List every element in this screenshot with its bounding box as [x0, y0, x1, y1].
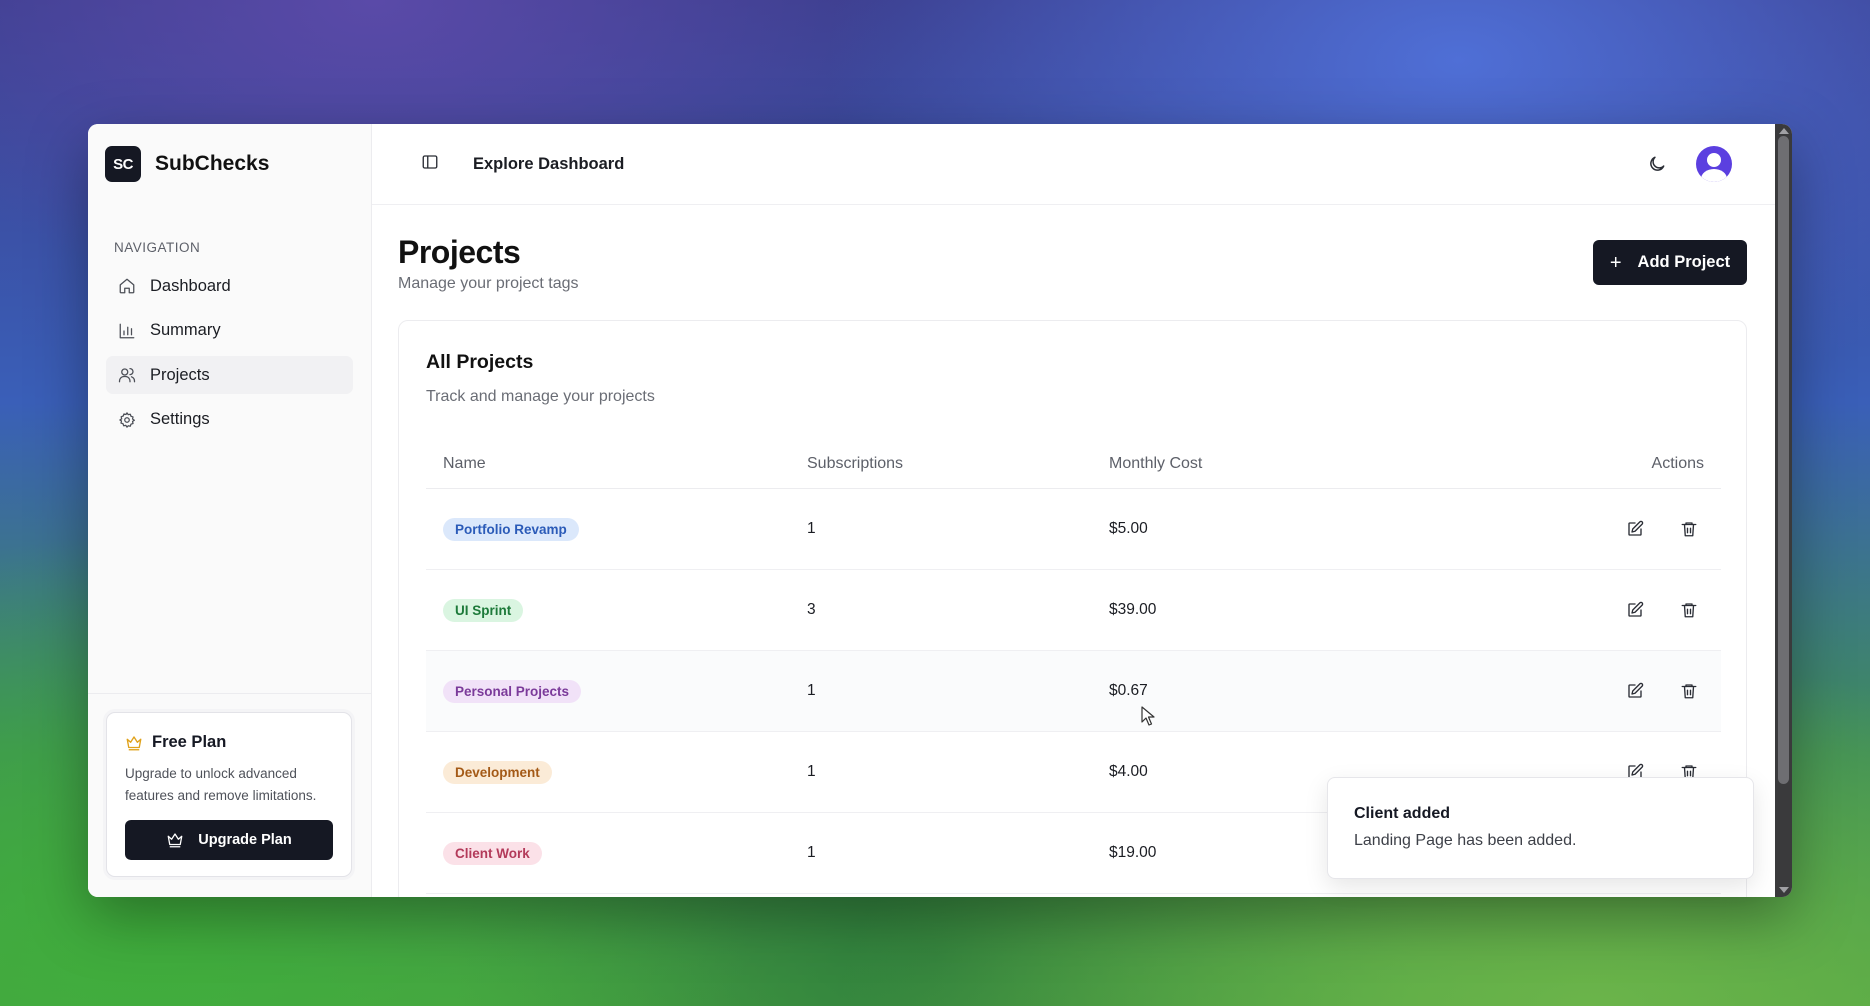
crown-icon [167, 833, 183, 848]
toast-message: Landing Page has been added. [1354, 832, 1577, 849]
moon-icon [1650, 156, 1665, 171]
subscriptions-cell: 3 [807, 601, 816, 618]
theme-toggle-button[interactable] [1647, 154, 1667, 174]
toast-notification[interactable]: Client added Landing Page has been added… [1327, 777, 1754, 879]
avatar[interactable] [1696, 146, 1732, 182]
delete-button[interactable] [1680, 682, 1698, 700]
mouse-cursor-icon [1141, 706, 1155, 726]
edit-icon [1628, 520, 1644, 536]
delete-button[interactable] [1680, 601, 1698, 619]
monthly-cost-cell: $5.00 [1109, 520, 1148, 537]
avatar-body [1701, 169, 1727, 182]
column-header-subscriptions[interactable]: Subscriptions [807, 455, 1109, 473]
users-icon [118, 367, 136, 383]
brand-logo: SC [105, 146, 141, 182]
sidebar: SC SubChecks NAVIGATION Dashboard Summar… [88, 124, 372, 897]
scrollbar-thumb[interactable] [1778, 136, 1789, 784]
sidebar-item-label: Dashboard [150, 276, 231, 295]
card-title: All Projects [426, 351, 534, 373]
column-header-name[interactable]: Name [426, 455, 807, 473]
table-row[interactable]: Personal Projects 1 $0.67 [426, 651, 1721, 732]
plan-description: Upgrade to unlock advanced features and … [125, 766, 317, 803]
subscriptions-cell: 1 [807, 844, 816, 861]
subscriptions-cell: 1 [807, 763, 816, 780]
sidebar-item-settings[interactable]: Settings [106, 401, 353, 439]
table-header: Name Subscriptions Monthly Cost Actions [426, 439, 1721, 489]
sidebar-item-label: Projects [150, 365, 210, 384]
plus-icon: + [1609, 251, 1622, 274]
toast-title: Client added [1354, 805, 1451, 822]
monthly-cost-cell: $0.67 [1109, 682, 1148, 699]
table-row[interactable]: UI Sprint 3 $39.00 [426, 570, 1721, 651]
nav-section-title: NAVIGATION [114, 240, 201, 255]
gear-icon [119, 411, 135, 428]
brand-name: SubChecks [155, 152, 270, 175]
edit-button[interactable] [1626, 682, 1644, 700]
nav-list: Dashboard Summary Projects Settings [88, 267, 371, 439]
sidebar-item-label: Settings [150, 410, 210, 428]
sidebar-item-label: Summary [150, 321, 221, 339]
project-tag[interactable]: Development [443, 760, 552, 784]
topbar: Explore Dashboard [372, 124, 1792, 205]
edit-icon [1628, 682, 1644, 698]
upgrade-plan-label: Upgrade Plan [198, 832, 292, 848]
add-project-button[interactable]: + Add Project [1593, 240, 1747, 285]
scrollbar[interactable] [1775, 124, 1792, 897]
sidebar-item-projects[interactable]: Projects [106, 356, 353, 394]
actions-cell [1561, 601, 1721, 619]
avatar-head [1707, 153, 1721, 167]
sidebar-toggle-button[interactable] [421, 153, 439, 176]
bar-chart-icon [119, 323, 135, 338]
project-tag[interactable]: UI Sprint [443, 598, 524, 622]
sidebar-item-summary[interactable]: Summary [106, 312, 353, 350]
project-tag[interactable]: Portfolio Revamp [443, 517, 579, 541]
plan-header: Free Plan [125, 733, 333, 752]
edit-icon [1628, 601, 1644, 617]
upgrade-plan-button[interactable]: Upgrade Plan [125, 820, 333, 860]
column-header-actions: Actions [1651, 454, 1704, 472]
plan-title: Free Plan [152, 733, 227, 751]
sidebar-item-dashboard[interactable]: Dashboard [106, 267, 353, 305]
scroll-down-arrow-icon[interactable] [1779, 887, 1789, 893]
scroll-up-arrow-icon[interactable] [1779, 128, 1789, 134]
page-subtitle: Manage your project tags [398, 275, 579, 292]
plan-card: Free Plan Upgrade to unlock advanced fea… [106, 712, 352, 877]
table-row[interactable]: Portfolio Revamp 1 $5.00 [426, 489, 1721, 570]
page-title: Projects [398, 234, 521, 270]
card-subtitle: Track and manage your projects [426, 388, 655, 405]
actions-cell [1561, 682, 1721, 700]
sidebar-divider [88, 693, 371, 694]
sidebar-toggle-icon [422, 154, 438, 169]
monthly-cost-cell: $39.00 [1109, 601, 1157, 618]
project-tag[interactable]: Client Work [443, 841, 542, 865]
subscriptions-cell: 1 [807, 682, 816, 699]
edit-button[interactable] [1626, 601, 1644, 619]
project-tag[interactable]: Personal Projects [443, 679, 582, 703]
actions-cell [1561, 520, 1721, 538]
edit-button[interactable] [1626, 520, 1644, 538]
trash-icon [1681, 603, 1697, 618]
trash-icon [1681, 684, 1697, 699]
add-project-label: Add Project [1637, 253, 1731, 271]
crown-icon [126, 735, 142, 750]
delete-button[interactable] [1680, 520, 1698, 538]
column-header-monthly-cost[interactable]: Monthly Cost [1109, 455, 1561, 473]
home-icon [119, 278, 135, 294]
breadcrumb: Explore Dashboard [473, 154, 625, 173]
subscriptions-cell: 1 [807, 520, 816, 537]
trash-icon [1681, 522, 1697, 537]
brand[interactable]: SC SubChecks [88, 124, 371, 204]
